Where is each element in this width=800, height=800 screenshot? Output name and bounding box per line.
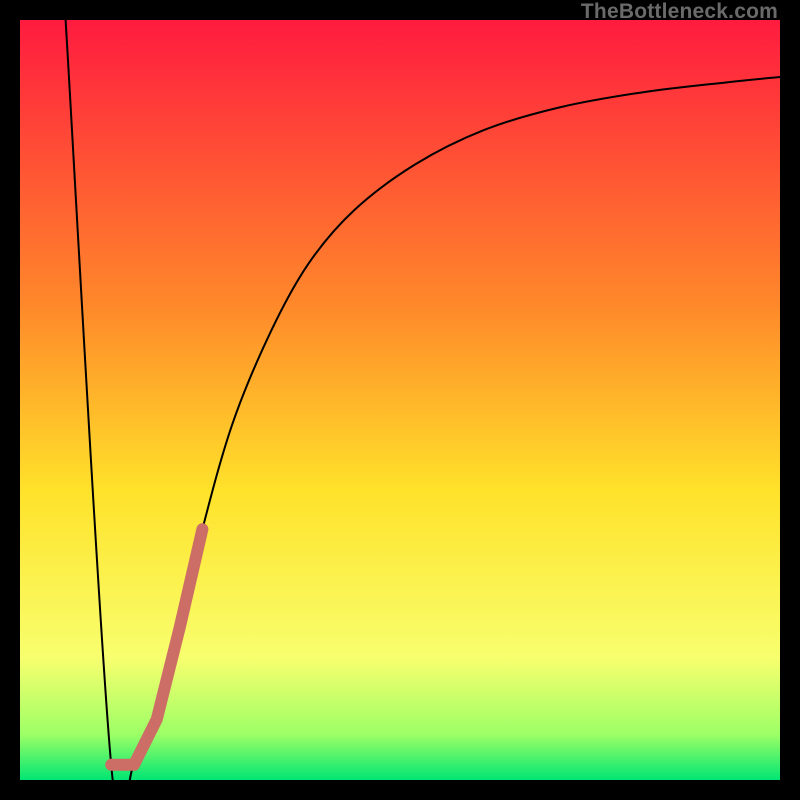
gradient-background bbox=[20, 20, 780, 780]
plot-area bbox=[20, 20, 780, 780]
chart-frame: TheBottleneck.com bbox=[0, 0, 800, 800]
chart-svg bbox=[20, 20, 780, 780]
